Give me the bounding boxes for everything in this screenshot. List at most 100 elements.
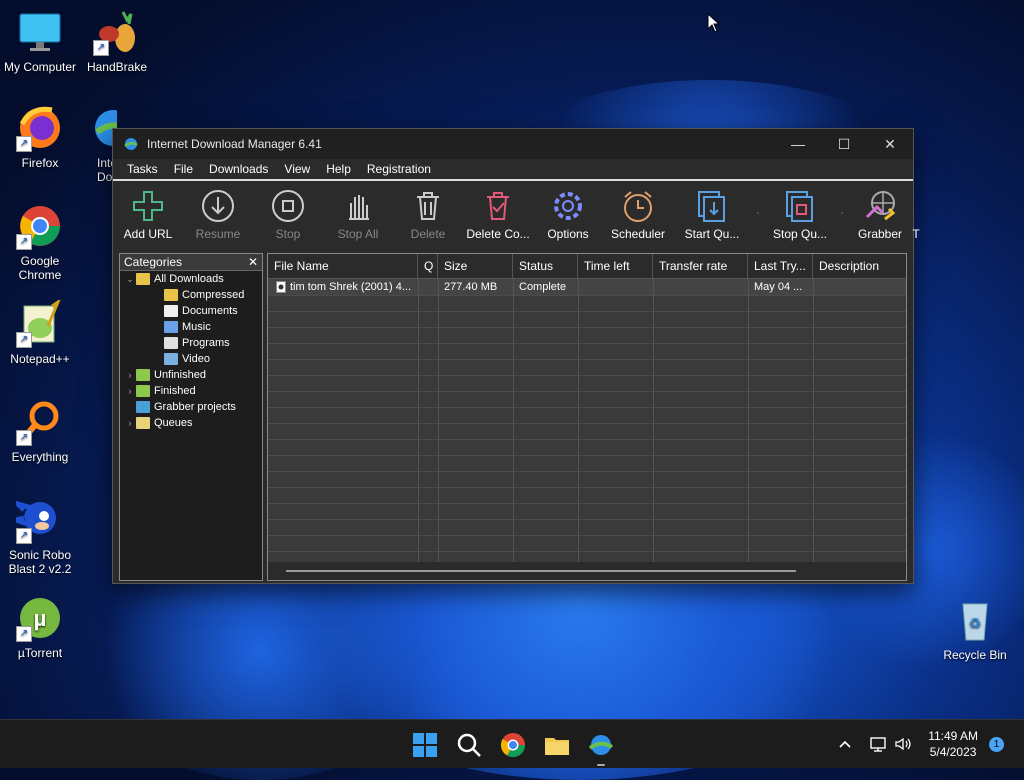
delete-label: Delete (410, 227, 446, 241)
column-divider (813, 279, 814, 562)
column-header-status[interactable]: Status (513, 254, 578, 278)
menu-tasks[interactable]: Tasks (127, 162, 158, 176)
chrome-taskbar-icon[interactable] (500, 732, 526, 758)
desktop-icon-firefox[interactable]: ↗ Firefox (0, 104, 80, 170)
column-divider (578, 279, 579, 562)
column-header-row: File Name Q Size Status Time left Transf… (268, 254, 906, 279)
search-icon[interactable] (456, 732, 482, 758)
desktop-icon-utorrent[interactable]: µ ↗ µTorrent (0, 594, 80, 660)
tree-item-all-downloads[interactable]: ⌄ All Downloads (120, 271, 262, 287)
tree-item-queues[interactable]: › Queues (120, 415, 262, 431)
compressed-folder-icon (164, 289, 178, 301)
desktop-icon-notepad-plus-plus[interactable]: ↗ Notepad++ (0, 298, 80, 366)
add-url-button[interactable]: Add URL (113, 185, 183, 241)
desktop-icon-label: Google Chrome (18, 254, 62, 282)
speaker-volume-icon[interactable] (894, 736, 912, 752)
tree-item-finished[interactable]: › Finished (120, 383, 262, 399)
column-header-last-try[interactable]: Last Try... (748, 254, 813, 278)
categories-header: Categories ✕ (120, 254, 262, 271)
menu-file[interactable]: File (174, 162, 193, 176)
start-queue-button[interactable]: Start Qu... (673, 185, 751, 241)
column-divider (748, 279, 749, 562)
shortcut-arrow-icon: ↗ (16, 626, 32, 642)
column-header-q[interactable]: Q (418, 254, 438, 278)
title-bar[interactable]: Internet Download Manager 6.41 — ☐ ✕ (113, 129, 913, 159)
chevron-up-icon[interactable] (838, 737, 852, 751)
tree-item-programs[interactable]: Programs (120, 335, 262, 351)
desktop-icon-sonic-robo-blast[interactable]: ↗ Sonic Robo Blast 2 v2.2 (0, 496, 80, 576)
monitor-icon (16, 8, 64, 56)
expand-chevron-icon[interactable]: › (124, 415, 136, 431)
hand-icon (349, 195, 369, 220)
tree-item-unfinished[interactable]: › Unfinished (120, 367, 262, 383)
desktop-icon-label: Firefox (21, 156, 59, 170)
system-tray (838, 720, 912, 768)
horizontal-scrollbar[interactable] (268, 562, 906, 580)
menu-view[interactable]: View (284, 162, 310, 176)
toolbar-separator: · (756, 205, 760, 219)
menu-help[interactable]: Help (326, 162, 351, 176)
idm-taskbar-icon[interactable] (588, 732, 614, 758)
desktop-icon-everything[interactable]: ↗ Everything (0, 398, 80, 464)
column-header-transfer-rate[interactable]: Transfer rate (653, 254, 748, 278)
desktop-icon-idm[interactable]: Inte Dov (77, 104, 117, 184)
grabber-button[interactable]: Grabber (849, 185, 911, 241)
expand-chevron-icon[interactable]: › (124, 367, 136, 383)
downloads-list[interactable]: File Name Q Size Status Time left Transf… (267, 253, 907, 581)
delete-completed-button[interactable]: Delete Co... (463, 185, 533, 241)
firefox-icon: ↗ (16, 104, 64, 152)
network-icon[interactable] (870, 736, 888, 752)
stop-button[interactable]: Stop (253, 185, 323, 241)
cell-transfer-rate (653, 279, 748, 295)
toolbar-overflow-button[interactable]: T (911, 185, 921, 241)
column-header-description[interactable]: Description (813, 254, 899, 278)
menu-downloads[interactable]: Downloads (209, 162, 268, 176)
svg-text:♻: ♻ (969, 615, 982, 631)
idm-window[interactable]: Internet Download Manager 6.41 — ☐ ✕ Tas… (112, 128, 920, 584)
tree-item-video[interactable]: Video (120, 351, 262, 367)
stop-queue-button[interactable]: Stop Qu... (765, 185, 835, 241)
minimize-button[interactable]: — (775, 129, 821, 159)
stop-queue-label: Stop Qu... (772, 227, 828, 241)
menu-registration[interactable]: Registration (367, 162, 431, 176)
trash-icon (417, 192, 439, 220)
resume-button[interactable]: Resume (183, 185, 253, 241)
tree-item-grabber-projects[interactable]: Grabber projects (120, 399, 262, 415)
scrollbar-thumb[interactable] (286, 570, 796, 572)
toolbar-overflow-label: T (912, 227, 920, 241)
desktop-icon-handbrake[interactable]: ↗ HandBrake (77, 8, 157, 74)
notification-badge[interactable]: 1 (989, 737, 1004, 752)
svg-text:µ: µ (34, 606, 47, 631)
desktop-icon-recycle-bin[interactable]: ♻ Recycle Bin (935, 596, 1015, 662)
grabber-globe-icon (865, 191, 896, 221)
categories-close-button[interactable]: ✕ (248, 254, 258, 270)
queue-stop-icon (786, 191, 813, 222)
options-button[interactable]: Options (533, 185, 603, 241)
maximize-button[interactable]: ☐ (821, 129, 867, 159)
tree-item-documents[interactable]: Documents (120, 303, 262, 319)
close-button[interactable]: ✕ (867, 129, 913, 159)
scheduler-button[interactable]: Scheduler (603, 185, 673, 241)
shortcut-arrow-icon: ↗ (16, 136, 32, 152)
options-label: Options (547, 227, 589, 241)
delete-button[interactable]: Delete (393, 185, 463, 241)
stop-all-button[interactable]: Stop All (323, 185, 393, 241)
clock[interactable]: 11:49 AM 5/4/2023 (928, 728, 978, 760)
idm-app-icon (124, 138, 138, 150)
expand-chevron-icon[interactable]: › (124, 383, 136, 399)
collapse-chevron-icon[interactable]: ⌄ (124, 271, 136, 287)
column-header-time-left[interactable]: Time left (578, 254, 653, 278)
start-queue-label: Start Qu... (684, 227, 740, 241)
column-header-file-name[interactable]: File Name (268, 254, 418, 278)
windows-start-icon[interactable] (412, 732, 438, 758)
file-explorer-icon[interactable] (544, 732, 570, 758)
table-row[interactable]: tim tom Shrek (2001) 4... 277.40 MB Comp… (268, 279, 906, 295)
tree-item-compressed[interactable]: Compressed (120, 287, 262, 303)
cell-file-name: tim tom Shrek (2001) 4... (268, 279, 418, 295)
desktop-icon-google-chrome[interactable]: ↗ Google Chrome (0, 202, 80, 282)
column-header-size[interactable]: Size (438, 254, 513, 278)
shortcut-arrow-icon: ↗ (16, 528, 32, 544)
tree-item-music[interactable]: Music (120, 319, 262, 335)
desktop-icon-my-computer[interactable]: My Computer (0, 8, 80, 74)
alarm-clock-icon (624, 191, 652, 222)
